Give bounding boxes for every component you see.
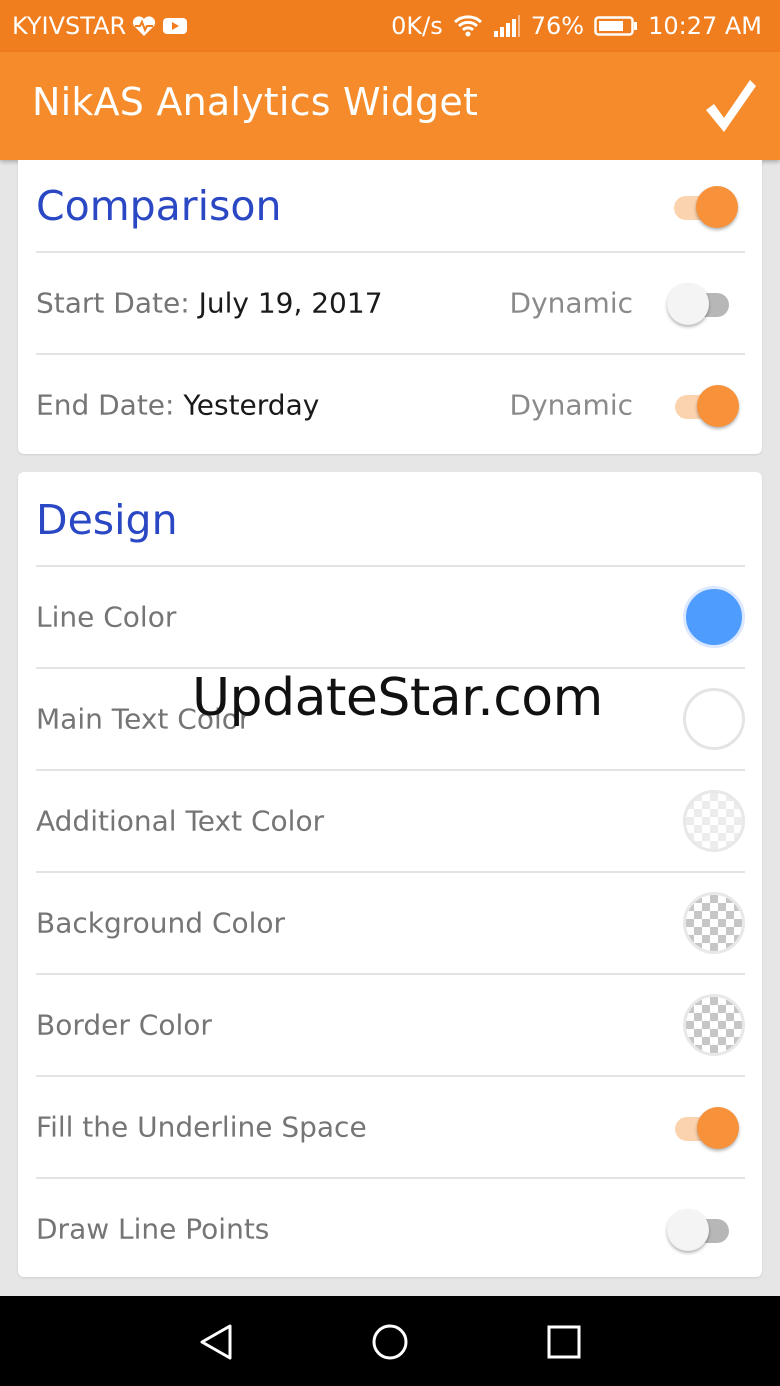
background-color-row[interactable]: Background Color xyxy=(36,873,745,973)
fill-underline-toggle[interactable] xyxy=(671,1103,739,1151)
draw-points-toggle[interactable] xyxy=(667,1205,737,1253)
line-color-label: Line Color xyxy=(36,600,177,634)
recents-icon xyxy=(547,1325,581,1359)
heart-pulse-icon xyxy=(132,15,156,37)
design-title: Design xyxy=(36,496,178,544)
main-text-color-swatch[interactable] xyxy=(683,688,745,750)
start-date-label: Start Date: July 19, 2017 xyxy=(36,286,383,320)
draw-points-label: Draw Line Points xyxy=(36,1212,270,1246)
battery-icon xyxy=(594,15,638,37)
background-color-label: Background Color xyxy=(36,906,286,940)
comparison-toggle[interactable] xyxy=(670,182,738,230)
fill-underline-label: Fill the Underline Space xyxy=(36,1110,367,1144)
start-date-dynamic-label: Dynamic xyxy=(509,286,633,320)
wifi-icon xyxy=(453,14,483,38)
confirm-button[interactable] xyxy=(700,74,760,138)
end-date-label: End Date: Yesterday xyxy=(36,388,320,422)
recents-button[interactable] xyxy=(544,1322,584,1362)
border-color-label: Border Color xyxy=(36,1008,212,1042)
watermark: UpdateStar.com xyxy=(192,668,603,728)
navigation-bar xyxy=(0,1296,780,1386)
app-bar: NikAS Analytics Widget xyxy=(0,52,780,160)
end-date-dynamic-label: Dynamic xyxy=(509,388,633,422)
carrier-name: KYIVSTAR xyxy=(12,12,127,40)
checkmark-icon xyxy=(706,80,756,132)
back-button[interactable] xyxy=(196,1322,236,1362)
network-speed: 0K/s xyxy=(391,12,443,40)
clock: 10:27 AM xyxy=(648,12,762,40)
additional-text-color-row[interactable]: Additional Text Color xyxy=(36,771,745,871)
comparison-title: Comparison xyxy=(36,182,282,230)
start-date-row[interactable]: Start Date: July 19, 2017 Dynamic xyxy=(36,253,745,353)
border-color-row[interactable]: Border Color xyxy=(36,975,745,1075)
end-date-dynamic-toggle[interactable] xyxy=(671,381,739,429)
home-button[interactable] xyxy=(370,1322,410,1362)
youtube-icon xyxy=(162,16,188,36)
line-color-swatch[interactable] xyxy=(683,586,745,648)
end-date-row[interactable]: End Date: Yesterday Dynamic xyxy=(36,355,745,455)
fill-underline-row[interactable]: Fill the Underline Space xyxy=(36,1077,745,1177)
battery-percent: 76% xyxy=(530,12,585,40)
start-date-dynamic-toggle[interactable] xyxy=(667,279,737,327)
line-color-row[interactable]: Line Color xyxy=(36,567,745,667)
additional-text-color-label: Additional Text Color xyxy=(36,804,325,838)
background-color-swatch[interactable] xyxy=(683,892,745,954)
end-date-value[interactable]: Yesterday xyxy=(183,389,319,422)
app-title: NikAS Analytics Widget xyxy=(32,80,479,124)
status-bar: KYIVSTAR 0K/s 76% 10:27 AM xyxy=(0,0,780,52)
draw-points-row[interactable]: Draw Line Points xyxy=(36,1179,745,1279)
additional-text-color-swatch[interactable] xyxy=(683,790,745,852)
design-card: Design Line Color Main Text Color Additi… xyxy=(18,472,762,1277)
home-icon xyxy=(372,1324,408,1360)
comparison-card: Comparison Start Date: July 19, 2017 Dyn… xyxy=(18,160,762,454)
start-date-value[interactable]: July 19, 2017 xyxy=(199,287,383,320)
back-icon xyxy=(200,1324,232,1360)
signal-icon xyxy=(493,14,521,38)
border-color-swatch[interactable] xyxy=(683,994,745,1056)
